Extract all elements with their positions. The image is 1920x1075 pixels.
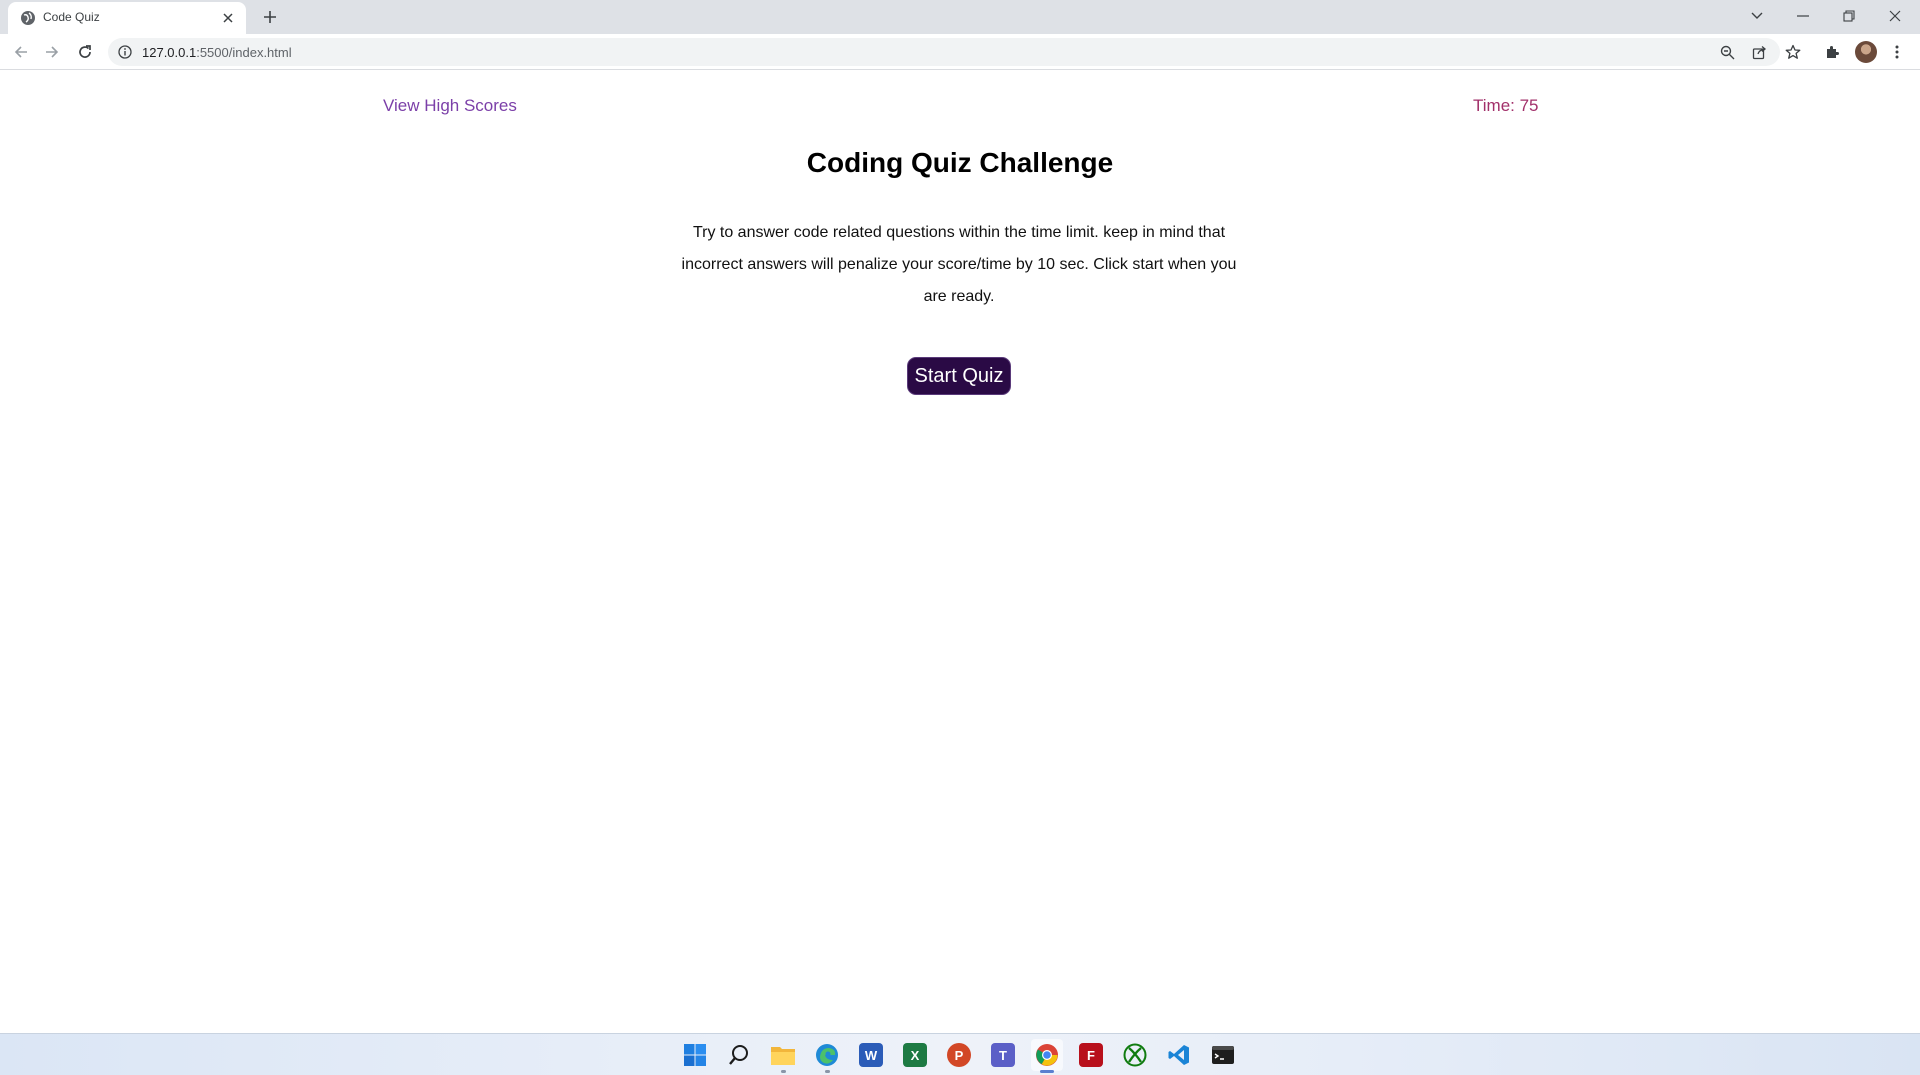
start-icon[interactable]	[679, 1039, 711, 1071]
filezilla-icon[interactable]: F	[1075, 1039, 1107, 1071]
new-tab-icon[interactable]	[258, 5, 282, 29]
search-icon[interactable]	[723, 1039, 755, 1071]
teams-icon[interactable]: T	[987, 1039, 1019, 1071]
quiz-description: Try to answer code related questions wit…	[681, 224, 1237, 305]
close-window-icon[interactable]	[1873, 2, 1917, 30]
tab-code-quiz[interactable]: Code Quiz	[8, 2, 246, 34]
reload-icon[interactable]	[73, 40, 97, 64]
restore-icon[interactable]	[1827, 2, 1871, 30]
vscode-icon[interactable]	[1163, 1039, 1195, 1071]
profile-avatar[interactable]	[1855, 41, 1877, 63]
page-title: Coding Quiz Challenge	[806, 147, 1114, 178]
xbox-icon[interactable]	[1119, 1039, 1151, 1071]
powerpoint-icon[interactable]: P	[943, 1039, 975, 1071]
edge-icon[interactable]	[811, 1039, 843, 1073]
back-icon[interactable]	[9, 40, 33, 64]
word-icon[interactable]: W	[855, 1039, 887, 1071]
bookmark-star-icon[interactable]	[1783, 42, 1803, 62]
url-host: 127.0.0.1	[142, 45, 197, 60]
share-icon[interactable]	[1750, 43, 1768, 61]
address-bar[interactable]: 127.0.0.1:5500/index.html	[108, 38, 1780, 66]
browser-toolbar: 127.0.0.1:5500/index.html	[0, 34, 1920, 70]
site-info-icon[interactable]	[118, 45, 132, 59]
extensions-puzzle-icon[interactable]	[1822, 42, 1842, 62]
browser-window: Code Quiz 127.0.0.1:5500/index.html View…	[0, 0, 1920, 1075]
url-text: 127.0.0.1:5500/index.html	[142, 45, 292, 60]
menu-kebab-icon[interactable]	[1887, 42, 1907, 62]
tab-search-chevron-icon[interactable]	[1735, 2, 1779, 30]
chrome-icon[interactable]	[1031, 1039, 1063, 1073]
view-high-scores-link[interactable]: View High Scores	[383, 96, 517, 116]
start-quiz-button[interactable]: Start Quiz	[907, 357, 1011, 395]
globe-icon	[21, 11, 35, 25]
file-explorer-icon[interactable]	[767, 1039, 799, 1073]
excel-icon[interactable]: X	[899, 1039, 931, 1071]
url-path: :5500/index.html	[196, 45, 292, 60]
tab-strip: Code Quiz	[0, 0, 1920, 34]
timer-display: Time: 75	[1473, 96, 1539, 115]
terminal-icon[interactable]	[1207, 1039, 1239, 1071]
close-tab-icon[interactable]	[218, 8, 238, 28]
forward-icon[interactable]	[40, 40, 64, 64]
minimize-icon[interactable]	[1781, 2, 1825, 30]
page-content: View High Scores Time: 75 Coding Quiz Ch…	[0, 71, 1920, 1033]
zoom-icon[interactable]	[1718, 43, 1736, 61]
tab-title: Code Quiz	[43, 10, 100, 24]
windows-taskbar: W X P T F	[0, 1033, 1920, 1075]
